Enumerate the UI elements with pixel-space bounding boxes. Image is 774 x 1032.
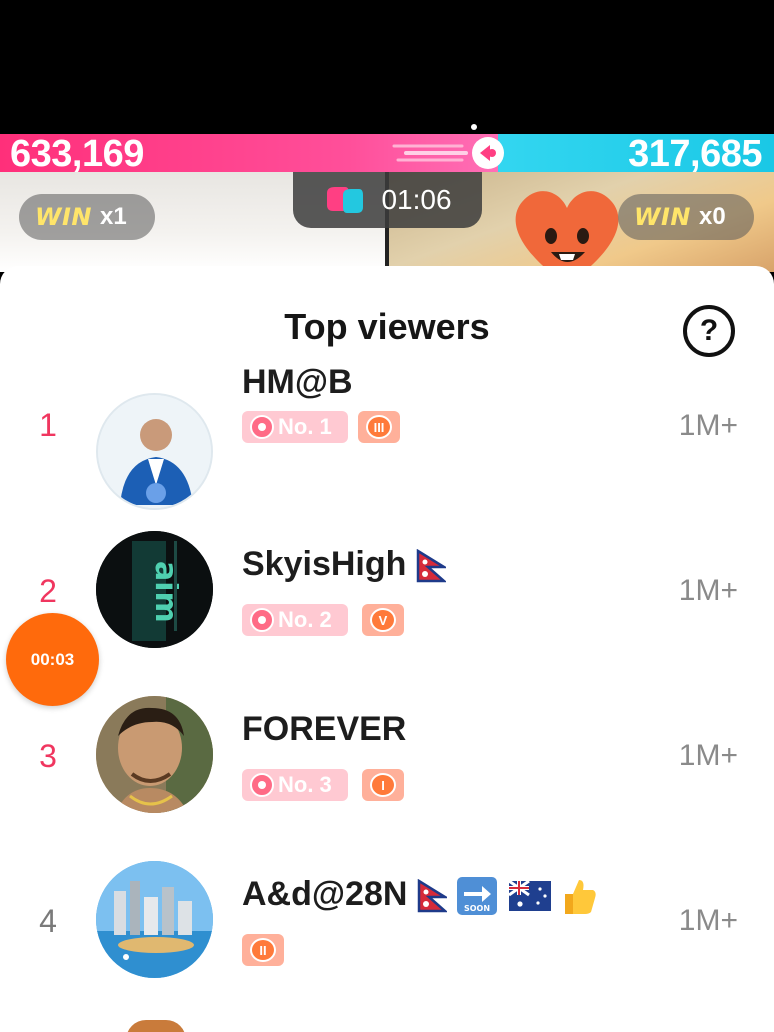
viewer-amount: 1M+ xyxy=(678,409,738,442)
right-win-label: WIN xyxy=(634,203,691,231)
top-black-area xyxy=(0,0,774,134)
right-team-bar: 317,685 xyxy=(498,133,774,175)
viewer-rank: 1 xyxy=(39,407,57,443)
viewer-rank: 4 xyxy=(39,903,57,939)
level-badge: II xyxy=(242,934,284,966)
avatar[interactable] xyxy=(96,861,213,978)
heart-level-icon: II xyxy=(250,938,276,962)
viewer-rank: 3 xyxy=(39,738,57,774)
avatar[interactable] xyxy=(96,696,213,813)
heart-level-icon: I xyxy=(370,773,396,797)
heart-mascot-icon xyxy=(515,191,619,272)
medal-icon xyxy=(250,773,274,797)
top-viewers-sheet: Top viewers ? 1 HM@B No. 1 III 1M+ 2 aim… xyxy=(0,266,774,1032)
battle-timer: 01:06 xyxy=(293,172,482,228)
level-badge: I xyxy=(362,769,404,801)
battle-score-bar: 633,169 317,685 xyxy=(0,133,774,175)
avatar[interactable]: aim xyxy=(96,531,213,648)
comet-streak-icon xyxy=(392,137,504,169)
list-item[interactable]: 1 HM@B No. 1 III 1M+ xyxy=(0,363,774,510)
heart-level-icon: V xyxy=(370,608,396,632)
list-item[interactable]: 4 A&d@28N SOON II 1M+ xyxy=(0,861,774,1001)
australia-flag-icon xyxy=(507,879,551,912)
viewer-name: A&d@28N SOON xyxy=(242,875,597,916)
rank-badge: No. 2 xyxy=(242,604,348,636)
medal-icon xyxy=(250,415,274,439)
thumbs-up-icon xyxy=(565,880,596,915)
level-badge: V xyxy=(362,604,404,636)
heart-level-icon: III xyxy=(366,415,392,439)
rank-badge: No. 3 xyxy=(242,769,348,801)
svg-text:SOON: SOON xyxy=(464,904,490,913)
medal-icon xyxy=(250,608,274,632)
svg-text:aim: aim xyxy=(148,561,183,623)
rank-badge: No. 1 xyxy=(242,411,348,443)
list-item[interactable]: 3 FOREVER No. 3 I 1M+ xyxy=(0,696,774,836)
help-icon[interactable]: ? xyxy=(683,305,735,357)
right-win-badge: WIN x0 xyxy=(618,194,754,240)
viewer-name: FOREVER xyxy=(242,710,407,748)
viewer-amount: 1M+ xyxy=(678,904,738,937)
viewer-amount: 1M+ xyxy=(678,739,738,772)
level-badge: III xyxy=(358,411,400,443)
viewer-amount: 1M+ xyxy=(678,574,738,607)
nepal-flag-icon xyxy=(417,879,447,913)
right-score: 317,685 xyxy=(628,133,762,175)
indicator-dot xyxy=(471,124,477,130)
nepal-flag-icon xyxy=(416,549,446,583)
left-win-label: WIN xyxy=(35,203,92,231)
sheet-title: Top viewers xyxy=(284,306,490,347)
boxing-gloves-icon xyxy=(327,187,364,213)
soon-arrow-icon: SOON xyxy=(457,877,498,916)
viewer-name: SkyisHigh xyxy=(242,545,446,584)
left-score: 633,169 xyxy=(10,133,144,175)
viewer-name: HM@B xyxy=(242,363,353,401)
left-win-badge: WIN x1 xyxy=(19,194,155,240)
left-win-count: x1 xyxy=(100,203,127,230)
timer-value: 01:06 xyxy=(381,184,452,215)
avatar[interactable] xyxy=(96,393,213,510)
viewer-rank: 2 xyxy=(39,573,57,609)
right-win-count: x0 xyxy=(699,203,726,230)
floating-timer-button[interactable]: 00:03 xyxy=(6,613,99,706)
list-item[interactable]: 2 aim SkyisHigh No. 2 V 1M+ xyxy=(0,531,774,671)
battle-video-area: WIN x1 WIN x0 01:06 xyxy=(0,172,774,272)
